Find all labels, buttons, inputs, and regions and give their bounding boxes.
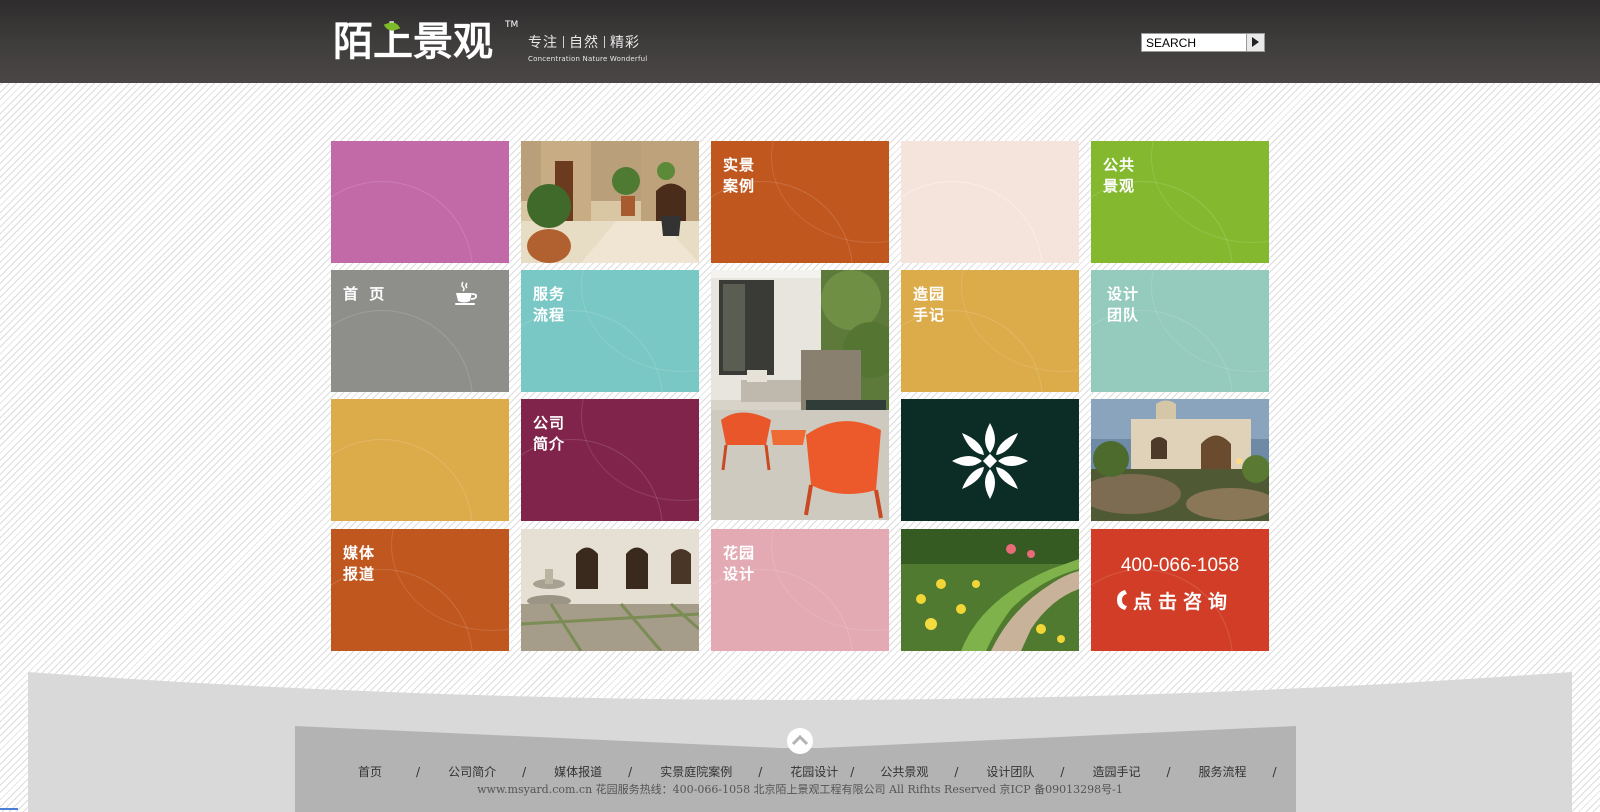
- tile-cases[interactable]: 实景 案例: [711, 141, 889, 263]
- slogan-cn: 专注 自然 精彩: [528, 32, 647, 52]
- tile-mustard: [331, 399, 509, 521]
- logo-text: 陌上景观: [333, 19, 493, 65]
- tile-garden-notes[interactable]: 造园 手记: [901, 270, 1079, 392]
- tile-photo-mansion[interactable]: [1091, 399, 1269, 521]
- tile-photo-modern-patio[interactable]: [711, 270, 889, 520]
- tile-photo-garden-path[interactable]: [901, 529, 1079, 651]
- consult-label: 点击咨询: [1133, 591, 1234, 613]
- tile-home[interactable]: 首 页: [331, 270, 509, 392]
- trademark-mark: TM: [505, 20, 519, 30]
- slogan-divider: [563, 36, 564, 48]
- tile-label: 公司 简介: [533, 414, 566, 453]
- stone-patio-photo: [521, 529, 699, 651]
- footer-separator: /: [954, 765, 959, 779]
- footer-link-media[interactable]: 媒体报道: [554, 765, 602, 779]
- tile-label: 公共 景观: [1103, 156, 1136, 195]
- slogan-divider: [604, 36, 605, 48]
- slogan-en: Concentration Nature Wonderful: [528, 55, 648, 63]
- footer-link-home[interactable]: 首页: [358, 765, 382, 779]
- tile-label: 服务 流程: [533, 285, 566, 324]
- tile-decoration: [331, 181, 473, 263]
- tile-decoration: [331, 439, 473, 521]
- tile-photo-stone-patio[interactable]: [521, 529, 699, 651]
- slogan-part: 精彩: [610, 35, 640, 51]
- footer-copyright: www.msyard.com.cn 花园服务热线：400-066-1058 北京…: [477, 783, 1123, 796]
- back-to-top-button[interactable]: [786, 727, 814, 755]
- villa-courtyard-photo: [521, 141, 699, 263]
- mansion-garden-photo: [1091, 399, 1269, 521]
- corner-marker: [0, 808, 18, 810]
- search-arrow-icon: [1252, 37, 1259, 47]
- tile-decoration: [331, 310, 473, 392]
- tile-label: 设计 团队: [1107, 285, 1140, 324]
- modern-patio-photo: [711, 270, 889, 520]
- garden-path-photo: [901, 529, 1079, 651]
- footer-separator: /: [758, 765, 763, 779]
- slogan: 专注 自然 精彩 Concentration Nature Wonderful: [528, 32, 647, 63]
- footer-link-notes[interactable]: 造园手记: [1092, 765, 1140, 779]
- footer-separator: /: [416, 765, 421, 779]
- tile-garden-design[interactable]: 花园 设计: [711, 529, 889, 651]
- tile-company-profile[interactable]: 公司 简介: [521, 399, 699, 521]
- footer-separator: /: [522, 765, 527, 779]
- floral-emblem-icon: [952, 423, 1028, 499]
- tile-label: 花园 设计: [723, 544, 756, 583]
- slogan-part: 专注: [528, 35, 558, 51]
- footer-link-service[interactable]: 服务流程: [1199, 765, 1247, 779]
- footer-separator: /: [1060, 765, 1065, 779]
- footer-link-cases[interactable]: 实景庭院案例: [660, 765, 732, 779]
- tile-label: 媒体 报道: [343, 544, 376, 583]
- tile-label: 首 页: [343, 285, 388, 303]
- footer-separator: /: [1272, 765, 1277, 779]
- tile-consult[interactable]: 400-066-1058 点击咨询: [1091, 529, 1269, 651]
- tile-design-team[interactable]: 设计 团队: [1091, 270, 1269, 392]
- footer-link-about[interactable]: 公司简介: [448, 765, 496, 779]
- phone-icon: [1117, 590, 1127, 610]
- site-header: 陌上景观 TM 专注 自然 精彩 Concentration Nature Wond…: [0, 0, 1600, 83]
- footer-link-public[interactable]: 公共景观: [880, 765, 928, 779]
- footer-nav: 首页 / 公司简介 / 媒体报道 / 实景庭院案例 / 花园设计 / 公共景观 / 设计团队 / 造园手记 /…: [358, 763, 1277, 780]
- coffee-cup-icon: [455, 281, 478, 305]
- footer-link-team[interactable]: 设计团队: [986, 765, 1034, 779]
- tile-label: 实景 案例: [723, 156, 756, 195]
- footer-separator: /: [850, 765, 855, 779]
- tile-peach: [901, 141, 1079, 263]
- tile-emblem: [901, 399, 1079, 521]
- footer-separator: /: [628, 765, 633, 779]
- tile-decoration: [901, 181, 1043, 263]
- tile-public-landscape[interactable]: 公共 景观: [1091, 141, 1269, 263]
- search-button[interactable]: [1246, 34, 1264, 51]
- tile-magenta: [331, 141, 509, 263]
- tile-service-process[interactable]: 服务 流程: [521, 270, 699, 392]
- tile-label: 造园 手记: [913, 285, 946, 324]
- hotline-number: 400-066-1058: [1120, 555, 1240, 576]
- footer-link-garden-design[interactable]: 花园设计: [790, 765, 838, 779]
- search-box: [1141, 33, 1265, 52]
- tile-photo-villa-courtyard[interactable]: [521, 141, 699, 263]
- footer-separator: /: [1166, 765, 1171, 779]
- consult-label-row: 点击咨询: [1115, 587, 1233, 614]
- slogan-part: 自然: [569, 35, 599, 51]
- tile-media-reports[interactable]: 媒体 报道: [331, 529, 509, 651]
- search-input[interactable]: [1142, 34, 1246, 51]
